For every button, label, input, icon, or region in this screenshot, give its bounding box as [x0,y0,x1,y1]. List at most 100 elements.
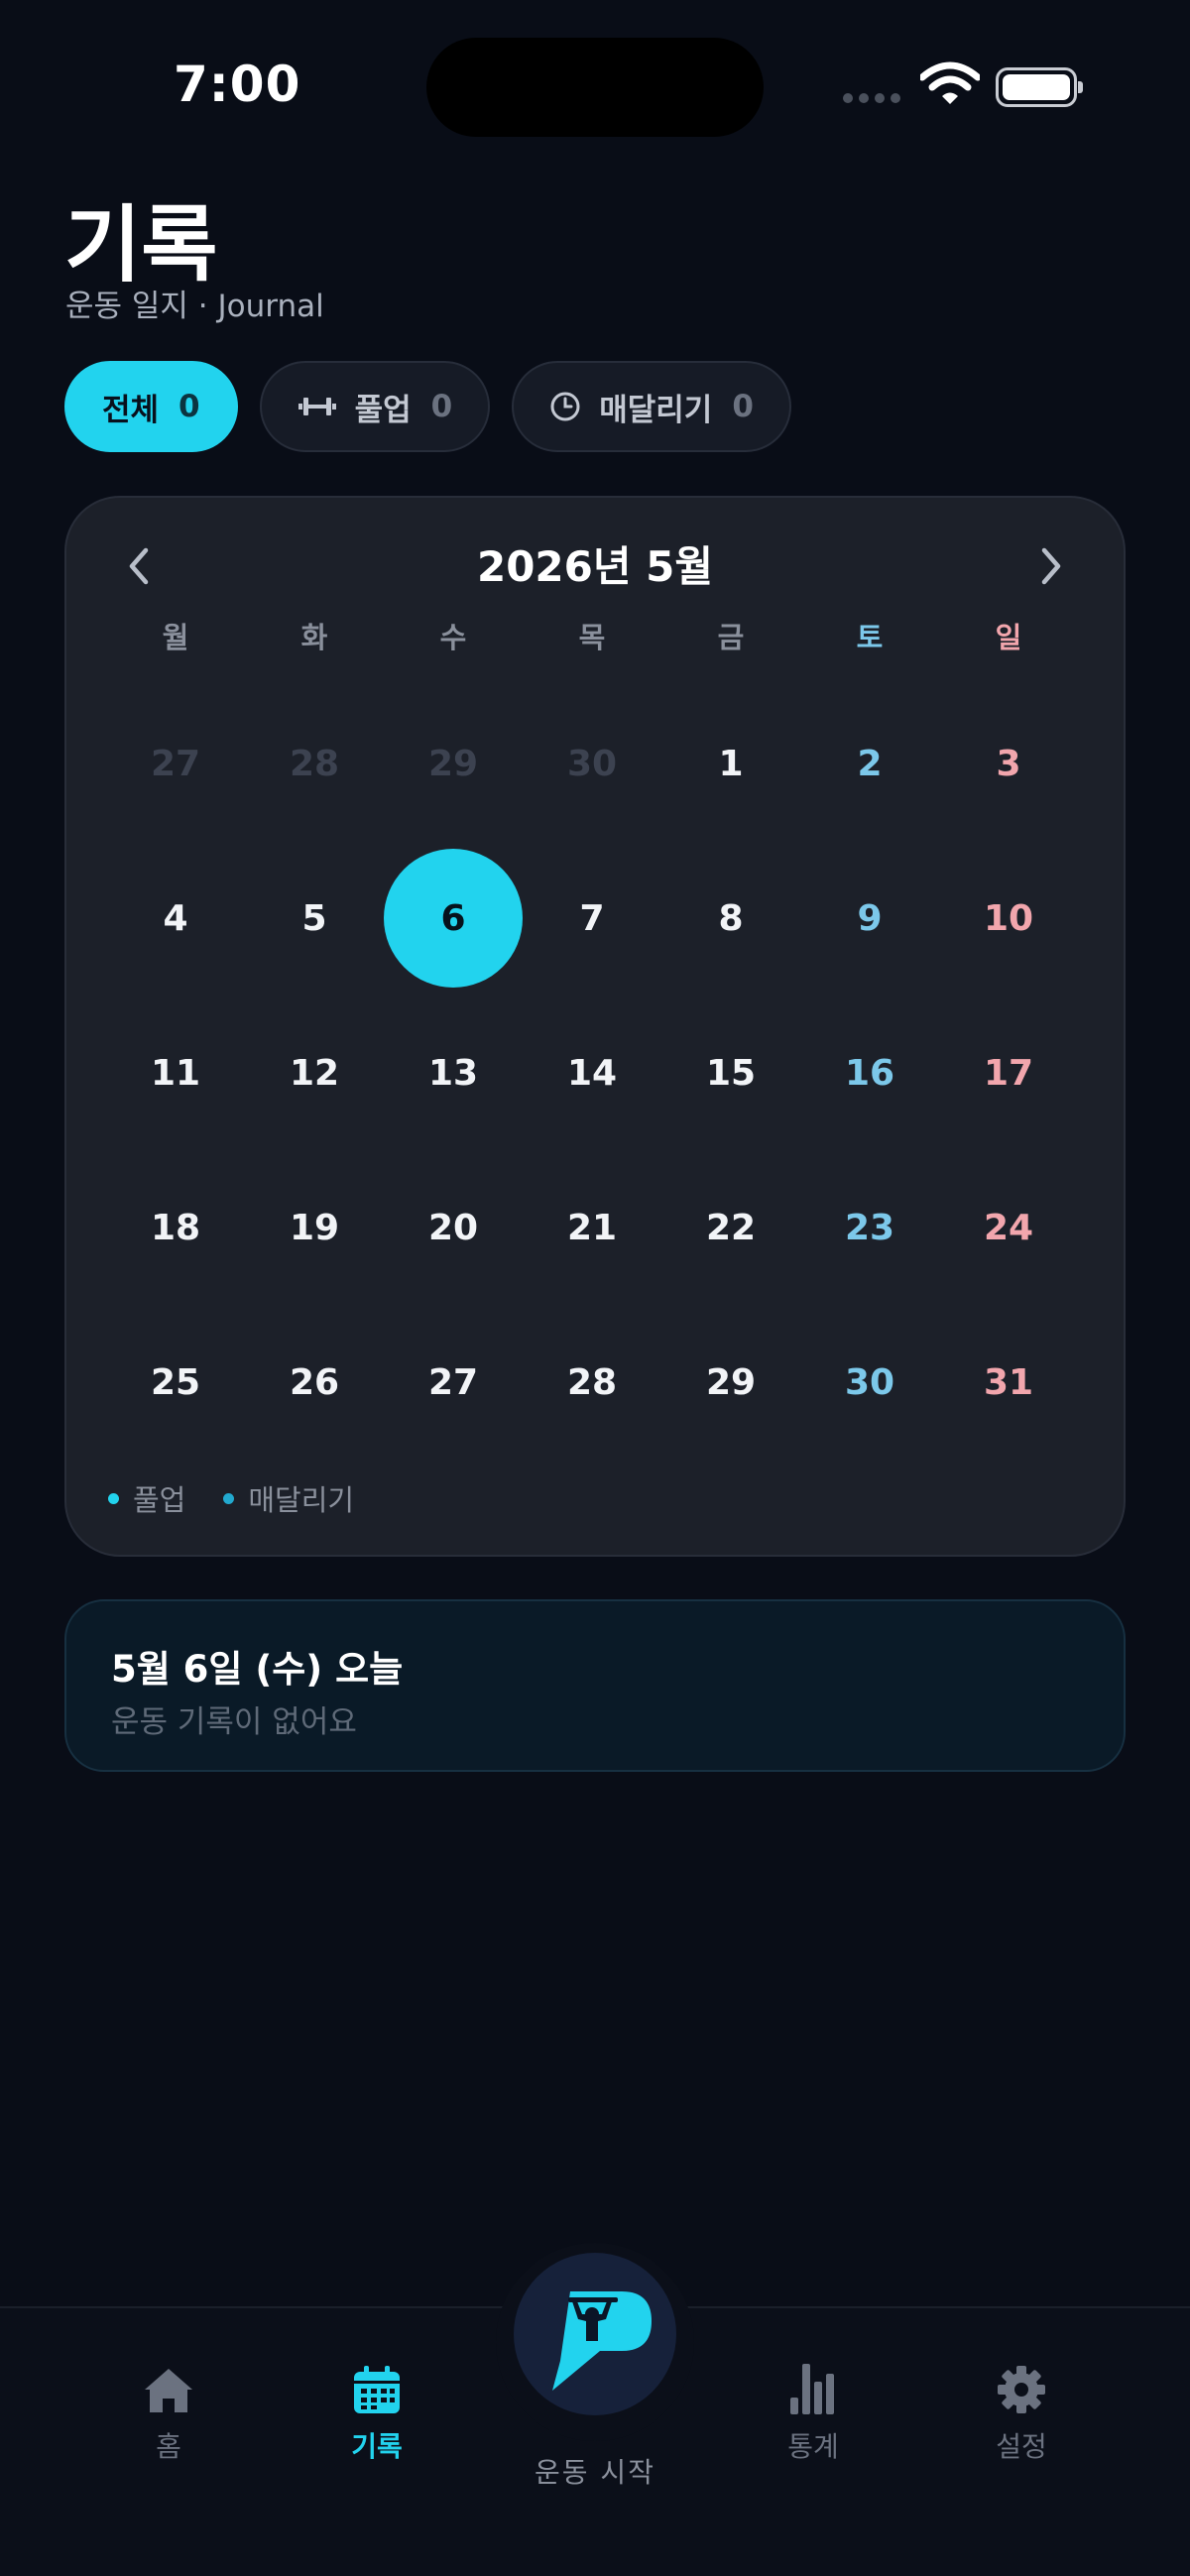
status-time: 7:00 [174,56,301,113]
calendar-day[interactable]: 23 [800,1150,939,1305]
calendar-month-label: 2026년 5월 [476,542,714,591]
calendar-day[interactable]: 24 [939,1150,1078,1305]
chevron-right-icon [1041,547,1061,585]
tab-journal[interactable]: 기록 [288,2356,466,2465]
tab-label: 기록 [351,2430,403,2463]
day-detail-card: 5월 6일 (수) 오늘 운동 기록이 없어요 [64,1599,1126,1772]
calendar-day[interactable]: 4 [106,841,245,995]
legend-item-pullup: 풀업 [108,1477,185,1519]
calendar-day-number: 29 [705,1361,757,1403]
calendar-day[interactable]: 20 [384,1150,523,1305]
bar-chart-icon [724,2356,902,2415]
calendar-day-number: 24 [983,1207,1034,1248]
calendar-day-number: 19 [289,1207,340,1248]
calendar-day[interactable]: 29 [384,686,523,841]
legend-dot [223,1492,235,1504]
calendar-day-number: 16 [844,1052,895,1094]
calendar-day-number: 6 [384,849,523,988]
calendar-day-number: 1 [718,743,744,784]
calendar-day-number: 26 [289,1361,340,1403]
calendar-day[interactable]: 1 [661,686,800,841]
calendar-day[interactable]: 28 [245,686,384,841]
tab-label: 통계 [787,2430,839,2463]
calendar-day[interactable]: 28 [523,1305,661,1460]
calendar-day-number: 9 [857,897,883,939]
filter-count: 0 [732,389,754,424]
filter-bar: 전체 0 풀업 0 매달리기 0 [64,361,791,452]
calendar-day-number: 18 [150,1207,201,1248]
tab-home[interactable]: 홈 [79,2356,258,2465]
calendar-day[interactable]: 5 [245,841,384,995]
calendar-day[interactable]: 30 [523,686,661,841]
filter-label: 매달리기 [599,392,713,428]
calendar-day[interactable]: 19 [245,1150,384,1305]
weekday-label: 금 [717,621,745,654]
calendar-day-number: 31 [983,1361,1034,1403]
calendar-day[interactable]: 29 [661,1305,800,1460]
calendar-day-number: 27 [150,743,201,784]
calendar-day[interactable]: 27 [106,686,245,841]
legend-label: 풀업 [133,1483,186,1517]
filter-count: 0 [430,389,453,424]
calendar-day-number: 17 [983,1052,1034,1094]
legend-item-hang: 매달리기 [223,1477,354,1519]
calendar-day-number: 22 [705,1207,757,1248]
filter-label: 전체 [102,392,160,428]
weekday-label: 수 [439,621,467,654]
wifi-icon [920,61,980,104]
calendar-day[interactable]: 31 [939,1305,1078,1460]
calendar-day[interactable]: 21 [523,1150,661,1305]
calendar-day-number: 20 [427,1207,479,1248]
app-logo-icon [552,2291,652,2391]
calendar-day[interactable]: 17 [939,995,1078,1150]
calendar-day[interactable]: 18 [106,1150,245,1305]
calendar-day[interactable]: 22 [661,1150,800,1305]
calendar-day-number: 25 [150,1361,201,1403]
calendar-grid: 27 28 29 30 1 2 3 4 5 6 7 8 9 10 11 12 13 14 15 16 17 18 19 20 2… [106,686,1078,1460]
filter-hang-pill[interactable]: 매달리기 0 [512,361,791,452]
start-workout-label: 운동 시작 [535,2456,655,2489]
calendar-day-number: 29 [427,743,479,784]
next-month-button[interactable] [1026,541,1076,591]
tab-label: 설정 [996,2430,1047,2463]
calendar-day[interactable]: 27 [384,1305,523,1460]
calendar-day-today[interactable]: 6 [384,841,523,995]
tab-settings[interactable]: 설정 [932,2356,1111,2465]
day-detail-empty-text: 운동 기록이 없어요 [111,1704,357,1740]
calendar-day[interactable]: 12 [245,995,384,1150]
dumbbell-icon [298,395,337,418]
calendar-day[interactable]: 26 [245,1305,384,1460]
weekday-label: 토 [856,621,884,654]
filter-all-pill[interactable]: 전체 0 [64,361,238,452]
calendar-day-number: 5 [301,897,327,939]
calendar-day-number: 4 [163,897,188,939]
calendar-day[interactable]: 2 [800,686,939,841]
calendar-day[interactable]: 30 [800,1305,939,1460]
filter-pullup-pill[interactable]: 풀업 0 [259,361,491,452]
calendar-day-number: 10 [983,897,1034,939]
calendar-day-number: 14 [566,1052,618,1094]
calendar-day[interactable]: 3 [939,686,1078,841]
calendar-day[interactable]: 11 [106,995,245,1150]
calendar-day[interactable]: 15 [661,995,800,1150]
calendar-day[interactable]: 25 [106,1305,245,1460]
calendar-day-number: 28 [566,1361,618,1403]
gear-icon [932,2356,1111,2415]
calendar-day[interactable]: 14 [523,995,661,1150]
calendar-day[interactable]: 13 [384,995,523,1150]
weekday-label: 일 [995,621,1022,654]
calendar-day[interactable]: 9 [800,841,939,995]
calendar-day[interactable]: 8 [661,841,800,995]
legend-label: 매달리기 [248,1483,355,1517]
calendar-day[interactable]: 7 [523,841,661,995]
prev-month-button[interactable] [114,541,164,591]
calendar-day[interactable]: 16 [800,995,939,1150]
calendar-day-number: 27 [427,1361,479,1403]
battery-icon [996,67,1083,107]
calendar-day-number: 30 [844,1361,895,1403]
calendar-day-number: 8 [718,897,744,939]
calendar-day[interactable]: 10 [939,841,1078,995]
start-workout-button[interactable] [514,2253,676,2415]
calendar-day-number: 11 [150,1052,201,1094]
tab-stats[interactable]: 통계 [724,2356,902,2465]
